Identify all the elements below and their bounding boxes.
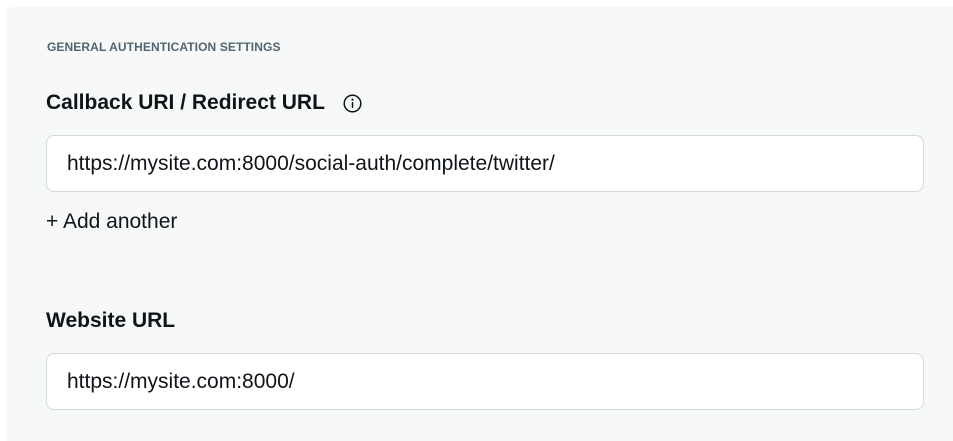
website-url-input[interactable] (46, 353, 924, 410)
authentication-settings-panel: GENERAL AUTHENTICATION SETTINGS Callback… (7, 7, 953, 441)
website-url-label: Website URL (46, 309, 176, 332)
info-circle-icon[interactable] (343, 93, 362, 113)
callback-url-label: Callback URI / Redirect URL (46, 91, 325, 114)
callback-url-input[interactable] (46, 135, 924, 192)
section-heading: GENERAL AUTHENTICATION SETTINGS (47, 40, 281, 54)
callback-url-label-row: Callback URI / Redirect URL (46, 91, 362, 115)
add-another-button[interactable]: + Add another (46, 210, 177, 234)
